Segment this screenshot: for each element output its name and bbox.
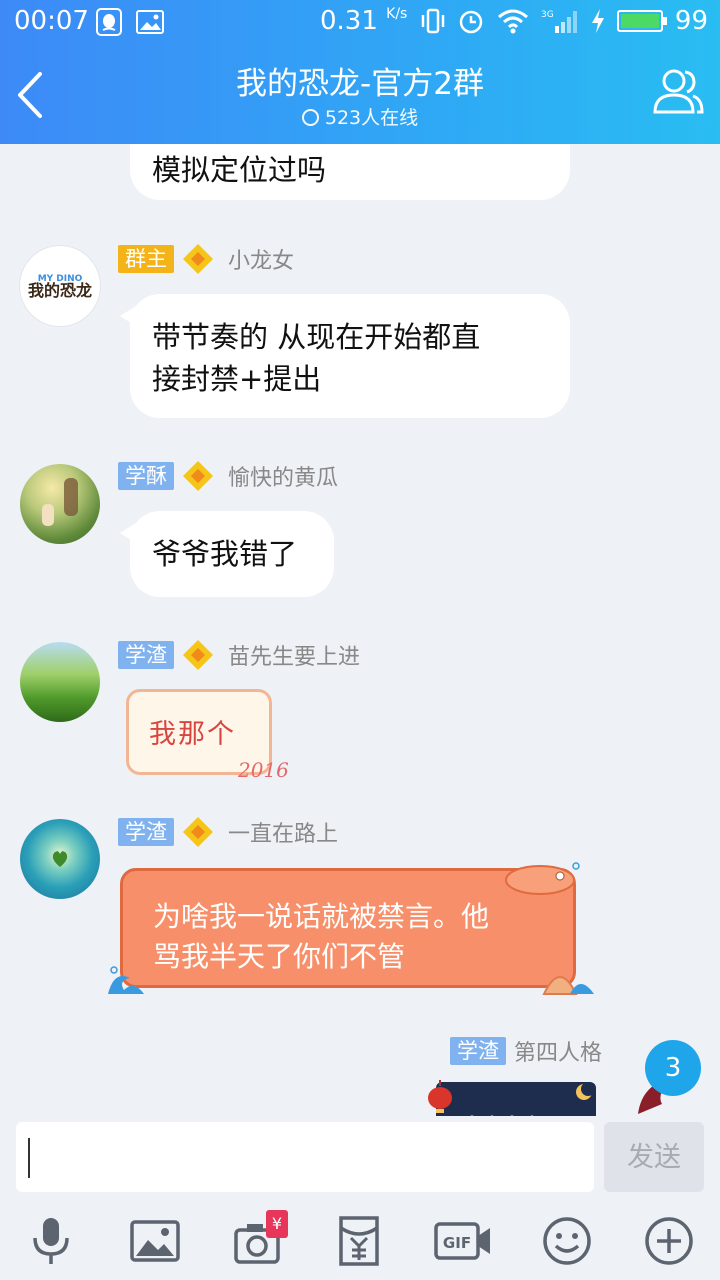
avatar[interactable]	[20, 819, 100, 899]
unread-count-badge[interactable]: 3	[645, 1040, 701, 1096]
text-cursor	[28, 1138, 30, 1178]
vip-diamond-icon	[183, 244, 213, 274]
microphone-icon[interactable]	[24, 1214, 78, 1268]
gif-icon[interactable]: GIF	[434, 1214, 494, 1268]
message-bubble[interactable]: 爷爷我错了	[120, 511, 334, 597]
sender-name: 第四人格	[513, 1041, 602, 1066]
sender-row: 学渣 苗先生要上进	[118, 640, 360, 670]
rank-badge: 学渣	[118, 641, 174, 669]
plus-icon[interactable]	[642, 1214, 696, 1268]
card-bubble[interactable]	[436, 1082, 596, 1116]
svg-text:GIF: GIF	[443, 1234, 471, 1252]
sticker-text: 我那个	[149, 719, 236, 750]
fish-decoration-icon	[505, 862, 580, 895]
dino-logo: MY DINO 我的恐龙	[28, 274, 92, 300]
svg-text:我的恐龙: 我的恐龙	[28, 281, 92, 300]
wave-decoration-icon	[108, 966, 144, 994]
input-toolbar: ¥ GIF	[0, 1200, 720, 1280]
svg-text:3G: 3G	[541, 10, 554, 20]
sender-row: 学渣 一直在路上	[118, 817, 338, 847]
gallery-notification-icon	[136, 10, 164, 34]
vip-diamond-icon	[183, 640, 213, 670]
status-bar: 00:07 0.31 K/s 3G 99	[0, 0, 720, 44]
lantern-icon	[428, 1080, 452, 1113]
vip-diamond-icon	[183, 817, 213, 847]
sender-row-right: 学渣 第四人格	[449, 1035, 602, 1067]
group-members-icon[interactable]	[652, 66, 704, 116]
camera-button[interactable]: ¥	[232, 1210, 288, 1268]
message-input[interactable]	[16, 1122, 594, 1192]
sticker-year: 2016	[238, 758, 289, 782]
charging-icon	[591, 9, 604, 33]
shell-decoration-icon	[542, 976, 594, 995]
sender-name: 小龙女	[228, 249, 295, 274]
group-title[interactable]: 我的恐龙-官方2群	[0, 58, 720, 103]
avatar[interactable]	[20, 642, 100, 722]
battery-icon	[616, 10, 667, 32]
avatar[interactable]	[20, 464, 100, 544]
alarm-icon	[459, 10, 483, 34]
red-envelope-icon[interactable]	[332, 1214, 386, 1268]
sender-row: 群主 小龙女	[118, 244, 294, 274]
message-bubble[interactable]: 带节奏的 从现在开始都直 接封禁+提出	[120, 294, 570, 418]
top-bar: 00:07 0.31 K/s 3G 99 我的恐龙-官方2群 523人在线	[0, 0, 720, 144]
input-bar: 发送	[0, 1116, 720, 1200]
red-packet-badge: ¥	[266, 1210, 288, 1238]
send-button[interactable]: 发送	[604, 1122, 704, 1192]
status-time: 00:07	[14, 6, 89, 36]
battery-percent: 99	[674, 6, 708, 36]
sender-name: 苗先生要上进	[228, 645, 361, 670]
image-icon[interactable]	[128, 1214, 182, 1268]
vip-diamond-icon	[183, 461, 213, 491]
rank-badge: 学酥	[118, 462, 174, 490]
emoji-icon[interactable]	[540, 1214, 594, 1268]
sender-row: 学酥 愉快的黄瓜	[118, 461, 338, 491]
vibrate-icon	[421, 8, 445, 34]
chat-area[interactable]: 模拟定位过吗 MY DINO 我的恐龙 群主 小龙女 带节奏的 从现在开始都直 …	[0, 144, 720, 1116]
online-count[interactable]: 523人在线	[0, 103, 720, 130]
avatar[interactable]: MY DINO 我的恐龙	[20, 246, 100, 326]
rank-badge: 群主	[118, 245, 174, 273]
rank-badge: 学渣	[449, 1037, 506, 1065]
wifi-icon	[497, 9, 528, 34]
sender-name: 一直在路上	[228, 822, 339, 847]
sender-name: 愉快的黄瓜	[228, 466, 339, 491]
message-bubble[interactable]: 模拟定位过吗	[130, 144, 570, 200]
rank-badge: 学渣	[118, 818, 174, 846]
network-speed: 0.31 K/s	[320, 6, 408, 36]
signal-icon: 3G	[541, 10, 577, 33]
qq-notification-icon	[96, 8, 122, 36]
chevron-down-icon	[301, 109, 319, 126]
